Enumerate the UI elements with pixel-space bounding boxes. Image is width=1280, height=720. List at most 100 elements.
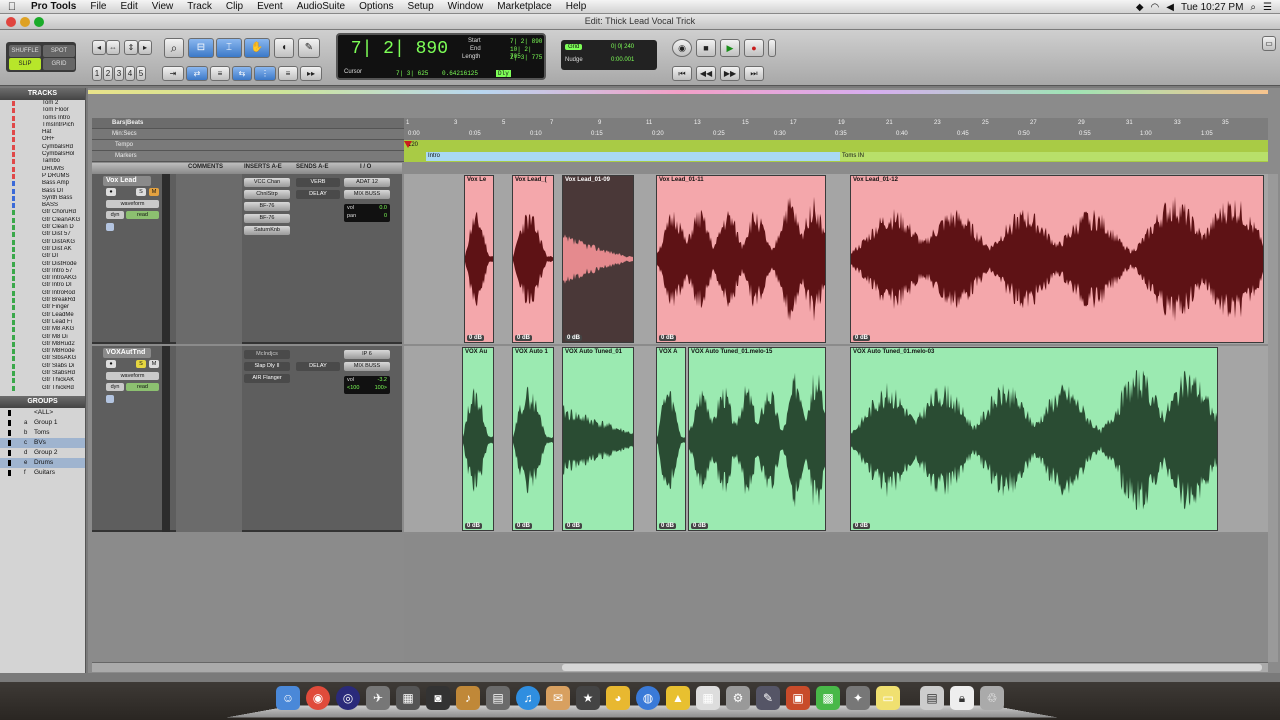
clip-vox-lead-5[interactable]: Vox Lead_01-12 0 dB xyxy=(850,175,1264,343)
record-icon[interactable]: ● xyxy=(744,39,764,57)
track-list-item[interactable]: Gtr Intro 57 xyxy=(0,268,85,275)
send-b[interactable]: DELAY xyxy=(296,362,340,371)
pencil-tool-icon[interactable]: ✎ xyxy=(298,38,320,58)
group-list-item[interactable]: f Guitars xyxy=(0,468,85,478)
menu-setup[interactable]: Setup xyxy=(401,1,441,12)
track-list-item[interactable]: Gtr Intro DI xyxy=(0,282,85,289)
track-list-item[interactable]: Gtr DI xyxy=(0,253,85,260)
track-list-item[interactable]: CymbalsRd xyxy=(0,144,85,151)
mute-button[interactable]: M xyxy=(149,188,159,196)
selector-tool-icon[interactable]: ⌶ xyxy=(216,38,242,58)
zoom-out-icon[interactable]: ◂ xyxy=(92,40,106,55)
scrubber-tool-icon[interactable]: ◖ xyxy=(274,38,294,58)
spotlight-icon[interactable]: ⌕ xyxy=(1250,2,1256,13)
pan-value[interactable]: 0 xyxy=(384,213,387,219)
track-list-item[interactable]: Bass DI xyxy=(0,188,85,195)
list-icon[interactable]: ☰ xyxy=(1263,2,1272,13)
insert-b[interactable]: Slap Dly II xyxy=(244,362,290,371)
menu-file[interactable]: File xyxy=(83,1,113,12)
dly-button[interactable]: Dly xyxy=(496,70,511,77)
automation-mode-select[interactable]: read xyxy=(126,211,159,219)
volume-pan-display[interactable]: vol 0.0 pan 0 xyxy=(344,204,390,222)
clip-gain[interactable]: 0 dB xyxy=(853,335,871,341)
track-list-item[interactable]: Gtr M8Rud2 xyxy=(0,341,85,348)
track-name[interactable]: VOXAutTnd xyxy=(103,348,151,358)
play-icon[interactable]: ▶ xyxy=(720,39,740,57)
dyn-button[interactable]: dyn xyxy=(106,211,124,219)
clip-vox-tuned-2[interactable]: VOX Auto 1 0 dB xyxy=(512,347,554,531)
group-list-item[interactable]: b Toms xyxy=(0,428,85,438)
clip-gain[interactable]: 0 dB xyxy=(853,523,871,529)
insert-a[interactable]: VCC Chan xyxy=(244,178,290,187)
track-list-item[interactable]: Gtr DistRode xyxy=(0,261,85,268)
track-list-item[interactable]: Bass Amp xyxy=(0,180,85,187)
nudge-value[interactable]: 0:00.001 xyxy=(611,57,634,63)
track-list-item[interactable]: Gtr M8 AKG xyxy=(0,326,85,333)
fast-forward-icon[interactable]: ▶▶ xyxy=(720,66,740,81)
clock[interactable]: Tue 10:27 PM xyxy=(1181,2,1243,13)
track-list-item[interactable]: Gtr M8Rode xyxy=(0,348,85,355)
insert-b[interactable]: ChnlStrp xyxy=(244,190,290,199)
input-select[interactable]: IP 6 xyxy=(344,350,390,359)
nudge-label[interactable]: Nudge xyxy=(565,57,583,63)
track-name[interactable]: Vox Lead xyxy=(103,176,151,186)
mirrored-midi-icon[interactable]: ⋮ xyxy=(254,66,276,81)
group-list-item[interactable]: c BVs xyxy=(0,437,85,448)
track-list-item[interactable]: TmsIntrPich xyxy=(0,122,85,129)
volume-pan-display[interactable]: vol -3.2 <100 100> xyxy=(344,376,390,394)
main-counter[interactable]: 7| 2| 890 Start 7| 2| 890 End 10| 2| 705… xyxy=(336,33,546,80)
comments-field[interactable] xyxy=(176,174,242,344)
safari-icon[interactable]: ◍ xyxy=(636,686,660,710)
zoom-preset-4[interactable]: 4 xyxy=(125,66,135,81)
track-list-item[interactable]: Gtr Lead Fi xyxy=(0,319,85,326)
track-list-item[interactable]: Gtr IntroAKG xyxy=(0,275,85,282)
track-list-item[interactable]: Gtr Dist AK xyxy=(0,246,85,253)
clip-vox-lead-4[interactable]: Vox Lead_01-11 0 dB xyxy=(656,175,826,343)
track-list-item[interactable]: Gtr StabsRd xyxy=(0,370,85,377)
marker-intro-label[interactable]: Intro xyxy=(428,153,440,159)
toolbar-menu-icon[interactable]: ▭ xyxy=(1262,36,1276,51)
finder-icon[interactable]: ☺ xyxy=(276,686,300,710)
track-list-item[interactable]: P DRUMS xyxy=(0,173,85,180)
clip-vox-lead-3-selected[interactable]: Vox Lead_01-09 0 dB xyxy=(562,175,634,343)
trim-tool-icon[interactable]: ⊟ xyxy=(188,38,214,58)
link-timeline-icon[interactable]: ⇄ xyxy=(186,66,208,81)
record-enable-icon[interactable]: ● xyxy=(106,188,116,196)
track-list-item[interactable]: Gtr M8 Di xyxy=(0,334,85,341)
minimize-window-icon[interactable] xyxy=(20,17,30,27)
tempo-marker-icon[interactable] xyxy=(404,141,412,148)
wifi-icon[interactable]: ◠ xyxy=(1151,2,1160,13)
track-list-item[interactable]: Gtr ThickAK xyxy=(0,377,85,384)
track-list-item[interactable]: Gtr SlbsAKG xyxy=(0,355,85,362)
track-list-item[interactable]: Hat xyxy=(0,129,85,136)
menu-audiosuite[interactable]: AudioSuite xyxy=(290,1,352,12)
marker-toms-range[interactable]: Toms IN xyxy=(840,152,1268,161)
marker-intro-range[interactable]: Intro xyxy=(426,152,840,161)
duck-app-icon[interactable]: ◕ xyxy=(606,686,630,710)
insert-e[interactable]: SaturnKnb xyxy=(244,226,290,235)
marker-toms-label[interactable]: Toms IN xyxy=(842,153,864,159)
rewind-icon[interactable]: ◀◀ xyxy=(696,66,716,81)
documents-stack-icon[interactable]: ▤ xyxy=(920,686,944,710)
chrome-icon[interactable]: ◉ xyxy=(306,686,330,710)
solo-button[interactable]: S xyxy=(136,188,146,196)
zoom-horizontal-icon[interactable]: ⇔ xyxy=(106,40,120,55)
grid-value[interactable]: 0| 0| 240 xyxy=(611,44,634,50)
insertion-follows-icon[interactable]: ⇆ xyxy=(232,66,252,81)
itunes-icon[interactable]: ♫ xyxy=(516,686,540,710)
playlist-icon[interactable] xyxy=(106,223,114,231)
vertical-scrollbar[interactable] xyxy=(1268,174,1278,662)
insert-d[interactable]: BF-76 xyxy=(244,214,290,223)
comments-field[interactable] xyxy=(176,346,242,532)
keyboard-focus-icon[interactable]: ≡ xyxy=(278,66,298,81)
zoom-in-icon[interactable]: ▸ xyxy=(138,40,152,55)
clip-vox-tuned-6[interactable]: VOX Auto Tuned_01.melo-03 0 dB xyxy=(850,347,1218,531)
clip-gain[interactable]: 0 dB xyxy=(515,335,533,341)
volume-icon[interactable]: ◀ xyxy=(1166,2,1174,13)
clip-vox-lead-2[interactable]: Vox Lead_( 0 dB xyxy=(512,175,554,343)
zoom-window-icon[interactable] xyxy=(34,17,44,27)
track-list-item[interactable]: Gtr Dist 57 xyxy=(0,231,85,238)
zoom-preset-3[interactable]: 3 xyxy=(114,66,124,81)
grid-mode-button[interactable]: GRID xyxy=(43,58,75,70)
menu-clip[interactable]: Clip xyxy=(219,1,250,12)
